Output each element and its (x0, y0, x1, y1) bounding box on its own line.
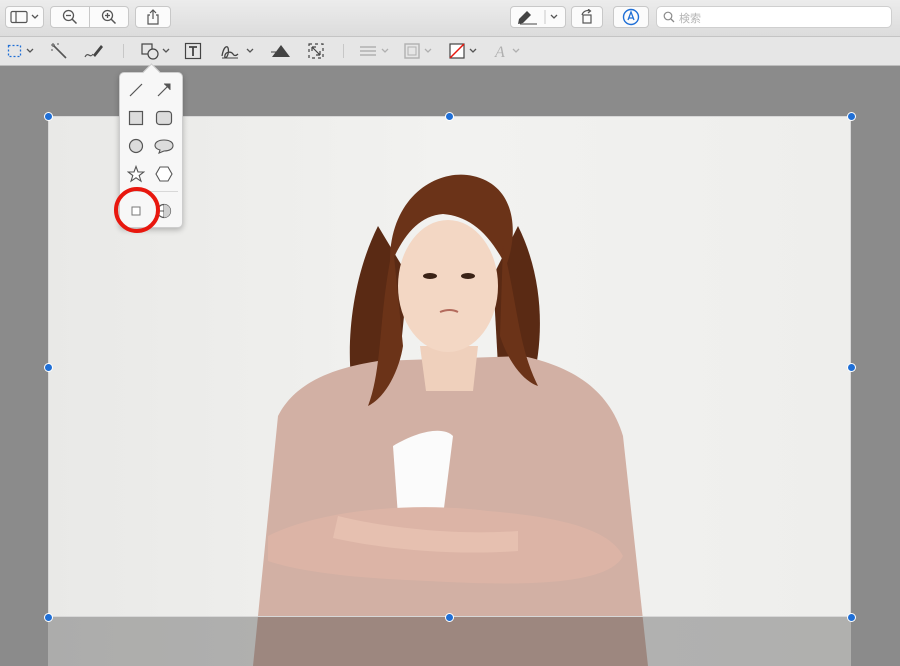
rounded-rectangle-icon (155, 110, 173, 126)
signature-icon (221, 46, 254, 59)
arrow-shape-button[interactable] (152, 78, 176, 102)
fill-color-tool[interactable] (448, 40, 482, 62)
shape-style-tool[interactable] (358, 40, 392, 62)
polygon-shape-button[interactable] (152, 162, 176, 186)
share-button[interactable] (135, 6, 171, 28)
sign-tool[interactable] (220, 40, 256, 62)
canvas-overflow-shade (48, 617, 851, 666)
text-icon (184, 42, 202, 60)
resize-handle-bottom[interactable] (445, 613, 454, 622)
fill-color-icon (449, 43, 477, 59)
line-shape-button[interactable] (124, 78, 148, 102)
selection-icon (7, 44, 34, 58)
rectangle-shape-button[interactable] (124, 106, 148, 130)
resize-handle-top-left[interactable] (44, 112, 53, 121)
zoom-out-icon (62, 9, 78, 25)
polygon-icon (155, 166, 173, 182)
oval-icon (128, 138, 144, 154)
toolbar-divider (343, 44, 344, 58)
window-toolbar: 検索 (0, 0, 900, 37)
markup-pen-button[interactable] (510, 6, 566, 28)
star-icon (127, 165, 145, 183)
line-style-icon (360, 46, 389, 56)
adjust-color-tool[interactable] (270, 40, 292, 62)
sketch-icon (84, 45, 103, 58)
resize-handle-bottom-right[interactable] (847, 613, 856, 622)
text-style-tool[interactable]: A (493, 40, 527, 62)
oval-shape-button[interactable] (124, 134, 148, 158)
toolbar-divider (123, 44, 124, 58)
zoom-in-button[interactable] (89, 6, 129, 28)
star-shape-button[interactable] (124, 162, 148, 186)
share-icon (147, 9, 159, 25)
rectangular-selection-tool[interactable] (7, 40, 37, 62)
arrow-icon (157, 83, 171, 97)
speech-bubble-shape-button[interactable] (152, 134, 176, 158)
line-icon (129, 83, 143, 97)
rotate-button[interactable] (571, 6, 603, 28)
sketch-tool[interactable] (83, 40, 105, 62)
prism-icon (271, 45, 290, 57)
resize-handle-top-right[interactable] (847, 112, 856, 121)
text-tool[interactable] (184, 40, 202, 62)
shapes-icon (141, 43, 170, 60)
resize-handle-left[interactable] (44, 363, 53, 372)
zoom-out-button[interactable] (50, 6, 90, 28)
border-color-icon (404, 43, 432, 59)
resize-icon (308, 43, 324, 59)
search-input[interactable]: 検索 (679, 10, 701, 26)
rectangle-icon (128, 110, 144, 126)
rotate-icon (581, 9, 592, 24)
magic-wand-icon (51, 43, 67, 59)
markup-icon (622, 8, 640, 26)
shapes-tool[interactable] (140, 40, 172, 62)
zoom-in-icon (101, 9, 117, 25)
highlight-circle-annotation (114, 187, 160, 233)
resize-handle-bottom-left[interactable] (44, 613, 53, 622)
speech-bubble-icon (154, 139, 174, 154)
search-icon (663, 11, 675, 23)
pen-icon (518, 10, 558, 25)
rounded-rectangle-shape-button[interactable] (152, 106, 176, 130)
adjust-size-tool[interactable] (307, 40, 325, 62)
search-field[interactable]: 検索 (656, 6, 892, 28)
sidebar-icon (9, 10, 38, 24)
font-style-icon: A (494, 44, 520, 60)
instant-alpha-tool[interactable] (50, 40, 68, 62)
resize-handle-right[interactable] (847, 363, 856, 372)
svg-text:A: A (494, 44, 505, 60)
resize-handle-top[interactable] (445, 112, 454, 121)
border-color-tool[interactable] (403, 40, 437, 62)
sidebar-toggle-button[interactable] (5, 6, 44, 28)
markup-toolbar-button[interactable] (613, 6, 649, 28)
